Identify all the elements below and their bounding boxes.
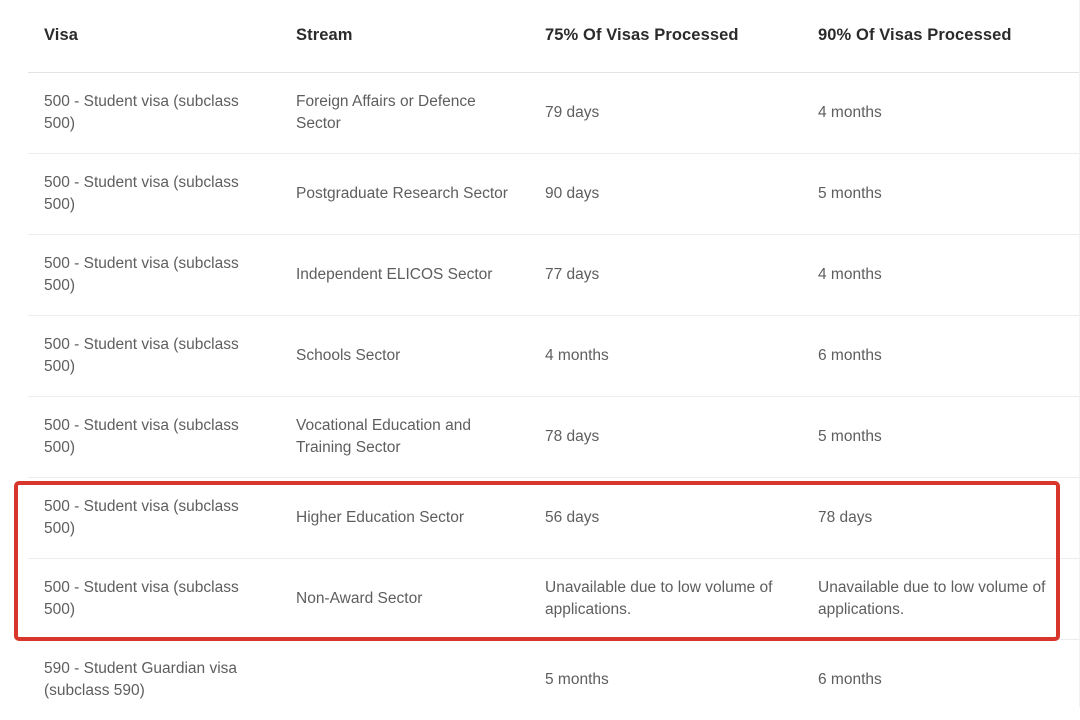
table-row: 590 - Student Guardian visa (subclass 59… xyxy=(28,639,1080,720)
cell-75-percent: 78 days xyxy=(535,396,808,478)
cell-stream: Foreign Affairs or Defence Sector xyxy=(290,72,535,154)
cell-stream: Postgraduate Research Sector xyxy=(290,153,535,235)
cell-visa: 500 - Student visa (subclass 500) xyxy=(28,477,290,559)
column-header-stream[interactable]: Stream xyxy=(290,0,535,73)
cell-visa: 500 - Student visa (subclass 500) xyxy=(28,153,290,235)
cell-visa: 500 - Student visa (subclass 500) xyxy=(28,396,290,478)
table-header: Visa Stream 75% Of Visas Processed 90% O… xyxy=(28,0,1080,73)
table-row: 500 - Student visa (subclass 500) Foreig… xyxy=(28,72,1080,154)
table-header-row: Visa Stream 75% Of Visas Processed 90% O… xyxy=(28,0,1080,73)
table-row-highlighted: 500 - Student visa (subclass 500) Non-Aw… xyxy=(28,558,1080,640)
table-body: 500 - Student visa (subclass 500) Foreig… xyxy=(28,72,1080,720)
cell-90-percent: Unavailable due to low volume of applica… xyxy=(808,558,1080,640)
table-row: 500 - Student visa (subclass 500) Postgr… xyxy=(28,153,1080,235)
cell-stream: Schools Sector xyxy=(290,315,535,397)
column-header-75-percent[interactable]: 75% Of Visas Processed xyxy=(535,0,808,73)
cell-75-percent: 90 days xyxy=(535,153,808,235)
column-header-90-percent[interactable]: 90% Of Visas Processed xyxy=(808,0,1080,73)
cell-90-percent: 78 days xyxy=(808,477,1080,559)
table-row: 500 - Student visa (subclass 500) Indepe… xyxy=(28,234,1080,316)
cell-90-percent: 4 months xyxy=(808,72,1080,154)
visa-processing-times-table: Visa Stream 75% Of Visas Processed 90% O… xyxy=(28,0,1080,720)
cell-stream: Higher Education Sector xyxy=(290,477,535,559)
cell-visa: 500 - Student visa (subclass 500) xyxy=(28,72,290,154)
cell-visa: 500 - Student visa (subclass 500) xyxy=(28,558,290,640)
cell-90-percent: 6 months xyxy=(818,670,882,688)
cell-90-percent: 5 months xyxy=(808,396,1080,478)
table-row-highlighted: 500 - Student visa (subclass 500) Higher… xyxy=(28,477,1080,559)
cell-stream: Non-Award Sector xyxy=(290,558,535,640)
cell-75-percent: 5 months xyxy=(545,670,609,688)
table-row: 500 - Student visa (subclass 500) Vocati… xyxy=(28,396,1080,478)
page-root: Visa Stream 75% Of Visas Processed 90% O… xyxy=(0,0,1080,707)
cell-90-percent: 6 months xyxy=(808,315,1080,397)
visa-processing-table-container: Visa Stream 75% Of Visas Processed 90% O… xyxy=(0,0,1080,720)
table-row: 500 - Student visa (subclass 500) School… xyxy=(28,315,1080,397)
cell-stream xyxy=(290,639,535,720)
cell-stream: Vocational Education and Training Sector xyxy=(290,396,535,478)
cell-75-percent: 79 days xyxy=(535,72,808,154)
column-header-visa[interactable]: Visa xyxy=(28,0,290,73)
cell-visa: 590 - Student Guardian visa (subclass 59… xyxy=(44,659,238,699)
cell-75-percent: 77 days xyxy=(535,234,808,316)
cell-visa: 500 - Student visa (subclass 500) xyxy=(28,315,290,397)
cell-75-percent: 4 months xyxy=(535,315,808,397)
cell-90-percent: 5 months xyxy=(808,153,1080,235)
cell-75-percent: Unavailable due to low volume of applica… xyxy=(535,558,808,640)
cell-90-percent: 4 months xyxy=(808,234,1080,316)
cell-75-percent: 56 days xyxy=(535,477,808,559)
cell-visa: 500 - Student visa (subclass 500) xyxy=(28,234,290,316)
cell-stream: Independent ELICOS Sector xyxy=(290,234,535,316)
